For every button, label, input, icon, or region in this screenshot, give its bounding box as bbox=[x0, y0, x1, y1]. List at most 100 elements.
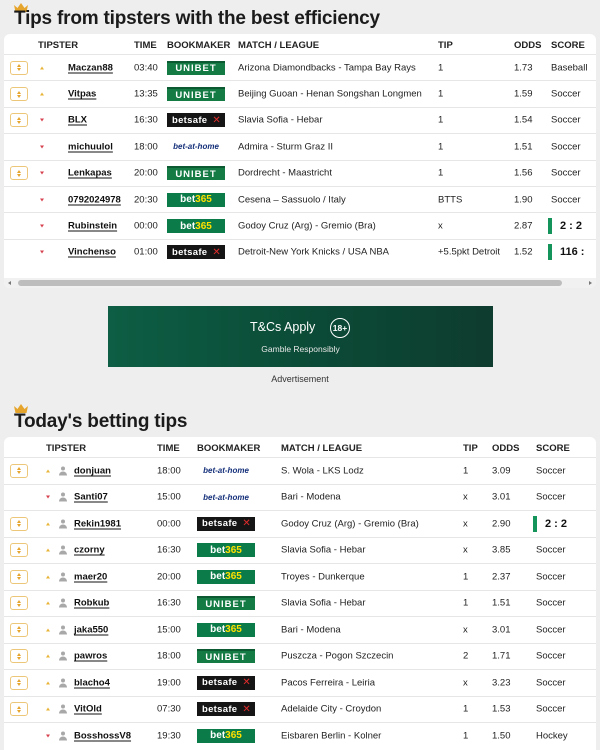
match-name[interactable]: Pacos Ferreira - Leiria bbox=[281, 677, 375, 688]
table-row[interactable]: donjuan 18:00 bet-at-home S. Wola - LKS Lod… bbox=[4, 457, 596, 484]
bookmaker-logo-unibet[interactable]: UNIBET bbox=[167, 87, 225, 102]
bookmaker-logo-betsafe[interactable]: betsafe bbox=[197, 702, 255, 717]
bookmaker-logo-bet365[interactable]: bet 365 bbox=[197, 622, 255, 637]
bookmaker-logo-betathome[interactable]: bet-at-home bbox=[197, 490, 255, 504]
table-row[interactable]: Vinchenso 01:00 betsafe Detroit-New York Kn… bbox=[4, 238, 596, 265]
table-row[interactable]: maer20 20:00 bet 365 Troyes - Dunkerque 1 2.37… bbox=[4, 563, 596, 590]
match-time: 07:30 bbox=[157, 703, 181, 715]
tipster-link[interactable]: pawros bbox=[74, 651, 107, 662]
bookmaker-logo-betsafe[interactable]: betsafe bbox=[167, 113, 225, 128]
tipster-link[interactable]: blacho4 bbox=[74, 677, 110, 688]
scroll-left-icon[interactable] bbox=[8, 280, 11, 285]
bookmaker-logo-unibet[interactable]: UNIBET bbox=[167, 166, 225, 181]
expand-toggle-icon[interactable] bbox=[10, 87, 28, 102]
tipster-link[interactable]: Lenkapas bbox=[68, 168, 112, 179]
bookmaker-logo-unibet[interactable]: UNIBET bbox=[167, 60, 225, 75]
tipster-link[interactable]: jaka550 bbox=[74, 624, 108, 635]
scrollbar-thumb[interactable] bbox=[18, 280, 562, 286]
match-name[interactable]: Godoy Cruz (Arg) - Gremio (Bra) bbox=[281, 518, 419, 529]
tipster-link[interactable]: Rekin1981 bbox=[74, 518, 121, 529]
match-name[interactable]: Slavia Sofia - Hebar bbox=[281, 545, 365, 556]
table-row[interactable]: czorny 16:30 bet 365 Slavia Sofia - Hebar x 3.… bbox=[4, 536, 596, 564]
expand-toggle-icon[interactable] bbox=[10, 166, 28, 181]
table-row[interactable]: michuulol 18:00 bet-at-home Admira - Sturm … bbox=[4, 133, 596, 159]
table-row[interactable]: Robkub 16:30 UNIBET Slavia Sofia - Hebar 1 1.… bbox=[4, 589, 596, 617]
match-name[interactable]: Detroit-New York Knicks / USA NBA bbox=[238, 247, 389, 258]
expand-toggle-icon[interactable] bbox=[10, 675, 28, 690]
match-name[interactable]: Admira - Sturm Graz II bbox=[238, 141, 333, 152]
tip-value: 1 bbox=[463, 730, 469, 742]
expand-toggle-icon[interactable] bbox=[10, 543, 28, 558]
tipster-link[interactable]: Vitpas bbox=[68, 89, 96, 100]
bookmaker-logo-bet365[interactable]: bet 365 bbox=[167, 219, 225, 234]
tipster-link[interactable]: Rubinstein bbox=[68, 221, 117, 232]
trend-up-icon bbox=[46, 548, 50, 552]
user-icon bbox=[59, 704, 67, 714]
table-row[interactable]: jaka550 15:00 bet 365 Bari - Modena x 3.01 Socc… bbox=[4, 616, 596, 643]
match-name[interactable]: Godoy Cruz (Arg) - Gremio (Bra) bbox=[238, 221, 376, 232]
table-row[interactable]: Santi07 15:00 bet-at-home Bari - Modena x 3.0… bbox=[4, 483, 596, 511]
expand-toggle-icon[interactable] bbox=[10, 622, 28, 637]
advertisement-banner[interactable]: T&Cs Apply 18+ Gamble Responsibly bbox=[108, 306, 493, 367]
match-name[interactable]: S. Wola - LKS Lodz bbox=[281, 465, 364, 476]
match-name[interactable]: Slavia Sofia - Hebar bbox=[238, 115, 322, 126]
match-name[interactable]: Adelaide City - Croydon bbox=[281, 704, 381, 715]
bookmaker-name-part: bet bbox=[210, 544, 226, 556]
tipster-link[interactable]: maer20 bbox=[74, 571, 107, 582]
scroll-right-icon[interactable] bbox=[589, 280, 592, 285]
match-name[interactable]: Cesena – Sassuolo / Italy bbox=[238, 194, 346, 205]
table-row[interactable]: VitOld 07:30 betsafe Adelaide City - Croydo… bbox=[4, 695, 596, 723]
expand-toggle-icon[interactable] bbox=[10, 516, 28, 531]
tipster-link[interactable]: BLX bbox=[68, 115, 87, 126]
bookmaker-logo-bet365[interactable]: bet 365 bbox=[197, 728, 255, 743]
bookmaker-logo-unibet[interactable]: UNIBET bbox=[197, 596, 255, 611]
tipster-link[interactable]: Vinchenso bbox=[68, 247, 116, 258]
table-row[interactable]: Rubinstein 00:00 bet 365 Godoy Cruz (Arg) - … bbox=[4, 212, 596, 238]
table-row[interactable]: pawros 18:00 UNIBET Puszcza - Pogon Szczeci… bbox=[4, 642, 596, 670]
bookmaker-logo-betathome[interactable]: bet-at-home bbox=[167, 140, 225, 154]
bookmaker-logo-bet365[interactable]: bet 365 bbox=[197, 543, 255, 558]
bookmaker-logo-betsafe[interactable]: betsafe bbox=[197, 516, 255, 531]
table-row[interactable]: 0792024978 20:30 bet 365 Cesena – Sassuolo /… bbox=[4, 186, 596, 212]
table-row[interactable]: Vitpas 13:35 UNIBET Beijing Guoan - Henan S… bbox=[4, 80, 596, 106]
table-row[interactable]: blacho4 19:00 betsafe Pacos Ferreira - Leir… bbox=[4, 669, 596, 696]
match-name[interactable]: Dordrecht - Maastricht bbox=[238, 168, 332, 179]
bookmaker-logo-betsafe[interactable]: betsafe bbox=[197, 675, 255, 690]
tipster-link[interactable]: VitOld bbox=[74, 704, 102, 715]
bookmaker-logo-unibet[interactable]: UNIBET bbox=[197, 649, 255, 664]
tipster-link[interactable]: Santi07 bbox=[74, 492, 108, 503]
match-name[interactable]: Slavia Sofia - Hebar bbox=[281, 598, 365, 609]
match-name[interactable]: Troyes - Dunkerque bbox=[281, 571, 365, 582]
bookmaker-logo-betsafe[interactable]: betsafe bbox=[167, 245, 225, 260]
match-name[interactable]: Bari - Modena bbox=[281, 492, 341, 503]
tipster-link[interactable]: BosshossV8 bbox=[74, 730, 131, 741]
expand-toggle-icon[interactable] bbox=[10, 113, 28, 128]
bookmaker-logo-bet365[interactable]: bet 365 bbox=[167, 192, 225, 207]
match-name[interactable]: Bari - Modena bbox=[281, 624, 341, 635]
tipster-link[interactable]: donjuan bbox=[74, 465, 111, 476]
match-name[interactable]: Eisbaren Berlin - Kolner bbox=[281, 730, 381, 741]
tipster-link[interactable]: michuulol bbox=[68, 141, 113, 152]
table-row[interactable]: Rekin1981 00:00 betsafe Godoy Cruz (Arg) - … bbox=[4, 510, 596, 537]
tipster-link[interactable]: czorny bbox=[74, 545, 105, 556]
table-row[interactable]: Maczan88 03:40 UNIBET Arizona Diamondbacks … bbox=[4, 54, 596, 80]
bookmaker-logo-bet365[interactable]: bet 365 bbox=[197, 569, 255, 584]
expand-toggle-icon[interactable] bbox=[10, 649, 28, 664]
match-name[interactable]: Puszcza - Pogon Szczecin bbox=[281, 651, 393, 662]
tipster-link[interactable]: 0792024978 bbox=[68, 194, 121, 205]
horizontal-scrollbar[interactable] bbox=[4, 278, 596, 288]
table-row[interactable]: Lenkapas 20:00 UNIBET Dordrecht - Maastrich… bbox=[4, 159, 596, 186]
bookmaker-logo-betathome[interactable]: bet-at-home bbox=[197, 464, 255, 478]
tipster-link[interactable]: Maczan88 bbox=[68, 62, 113, 73]
expand-toggle-icon[interactable] bbox=[10, 463, 28, 478]
expand-toggle-icon[interactable] bbox=[10, 569, 28, 584]
expand-toggle-icon[interactable] bbox=[10, 596, 28, 611]
sport-label: Soccer bbox=[551, 167, 581, 179]
tipster-link[interactable]: Robkub bbox=[74, 598, 109, 609]
match-name[interactable]: Beijing Guoan - Henan Songshan Longmen bbox=[238, 89, 422, 100]
expand-toggle-icon[interactable] bbox=[10, 702, 28, 717]
table-row[interactable]: BosshossV8 19:30 bet 365 Eisbaren Berlin - K… bbox=[4, 722, 596, 749]
table-row[interactable]: BLX 16:30 betsafe Slavia Sofia - Hebar 1 1.54… bbox=[4, 106, 596, 133]
match-name[interactable]: Arizona Diamondbacks - Tampa Bay Rays bbox=[238, 62, 416, 73]
expand-toggle-icon[interactable] bbox=[10, 60, 28, 75]
